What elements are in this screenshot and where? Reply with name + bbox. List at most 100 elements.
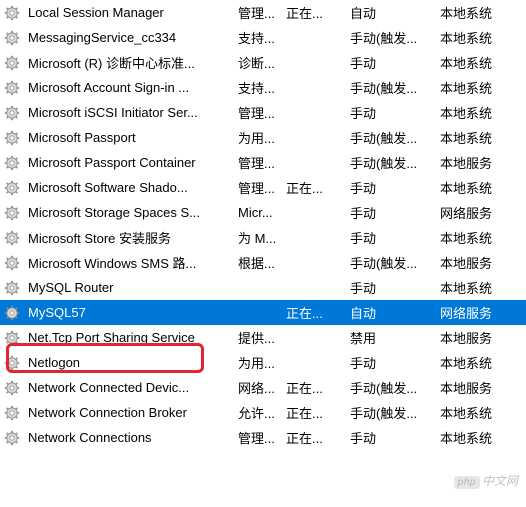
table-row[interactable]: Microsoft Windows SMS 路...根据... 手动(触发...本… (0, 250, 526, 275)
table-row[interactable]: MySQL Router 手动本地系统 (0, 275, 526, 300)
service-gear-icon (0, 305, 24, 321)
service-logon-as: 本地系统 (436, 78, 516, 97)
services-table: Local Session Manager管理...正在...自动本地系统Mes… (0, 0, 526, 450)
service-gear-icon (0, 430, 24, 446)
watermark-text: 中文网 (482, 474, 518, 488)
service-description: 根据... (234, 253, 282, 272)
service-name: Network Connection Broker (24, 405, 234, 420)
service-logon-as: 本地系统 (436, 53, 516, 72)
service-name: MySQL Router (24, 280, 234, 295)
table-row[interactable]: MySQL57 正在...自动网络服务 (0, 300, 526, 325)
service-name: Microsoft Passport Container (24, 155, 234, 170)
service-status: 正在... (282, 303, 346, 322)
service-logon-as: 本地系统 (436, 278, 516, 297)
service-startup-type: 自动 (346, 3, 436, 22)
service-description: 诊断... (234, 53, 282, 72)
service-logon-as: 本地系统 (436, 428, 516, 447)
service-name: Microsoft (R) 诊断中心标准... (24, 53, 234, 72)
service-startup-type: 手动 (346, 228, 436, 247)
watermark: php中文网 (454, 472, 518, 489)
service-startup-type: 手动 (346, 278, 436, 297)
table-row[interactable]: Microsoft Passport Container管理... 手动(触发..… (0, 150, 526, 175)
table-row[interactable]: Local Session Manager管理...正在...自动本地系统 (0, 0, 526, 25)
table-row[interactable]: Net.Tcp Port Sharing Service提供...禁用本地服务 (0, 325, 526, 350)
service-name: Net.Tcp Port Sharing Service (24, 330, 234, 345)
service-description: 管理... (234, 103, 282, 122)
service-gear-icon (0, 130, 24, 146)
service-startup-type: 手动(触发... (346, 128, 436, 147)
service-logon-as: 本地服务 (436, 253, 516, 272)
service-gear-icon (0, 330, 24, 346)
service-gear-icon (0, 180, 24, 196)
table-row[interactable]: Network Connections管理...正在...手动本地系统 (0, 425, 526, 450)
table-row[interactable]: Microsoft Software Shado...管理...正在...手动本… (0, 175, 526, 200)
service-name: Microsoft iSCSI Initiator Ser... (24, 105, 234, 120)
service-name: Microsoft Account Sign-in ... (24, 80, 234, 95)
service-logon-as: 本地服务 (436, 153, 516, 172)
table-row[interactable]: Microsoft iSCSI Initiator Ser...管理...手动本… (0, 100, 526, 125)
table-row[interactable]: Microsoft Account Sign-in ...支持...手动(触发.… (0, 75, 526, 100)
service-startup-type: 自动 (346, 303, 436, 322)
service-status: 正在... (282, 178, 346, 197)
service-name: Netlogon (24, 355, 234, 370)
service-gear-icon (0, 380, 24, 396)
service-logon-as: 本地系统 (436, 128, 516, 147)
service-gear-icon (0, 105, 24, 121)
table-row[interactable]: Network Connected Devic...网络...正在...手动(触… (0, 375, 526, 400)
service-name: Microsoft Windows SMS 路... (24, 253, 234, 272)
service-gear-icon (0, 255, 24, 271)
service-name: Microsoft Storage Spaces S... (24, 205, 234, 220)
table-row[interactable]: Netlogon为用...手动本地系统 (0, 350, 526, 375)
service-name: Microsoft Store 安装服务 (24, 228, 234, 247)
service-description: 管理... (234, 153, 282, 172)
service-logon-as: 本地系统 (436, 28, 516, 47)
service-status: 正在... (282, 403, 346, 422)
service-logon-as: 网络服务 (436, 303, 516, 322)
service-gear-icon (0, 55, 24, 71)
service-startup-type: 手动(触发... (346, 28, 436, 47)
service-description: 管理... (234, 178, 282, 197)
table-row[interactable]: Microsoft Passport为用... 手动(触发...本地系统 (0, 125, 526, 150)
table-row[interactable]: Microsoft Storage Spaces S...Micr...手动网络… (0, 200, 526, 225)
service-logon-as: 本地服务 (436, 328, 516, 347)
table-row[interactable]: Network Connection Broker允许...正在...手动(触发… (0, 400, 526, 425)
service-description: 为用... (234, 353, 282, 372)
service-logon-as: 本地系统 (436, 403, 516, 422)
table-row[interactable]: MessagingService_cc334支持...手动(触发...本地系统 (0, 25, 526, 50)
service-description: 提供... (234, 328, 282, 347)
service-status: 正在... (282, 3, 346, 22)
service-gear-icon (0, 155, 24, 171)
service-name: Microsoft Software Shado... (24, 180, 234, 195)
service-description: 管理... (234, 428, 282, 447)
service-startup-type: 手动(触发... (346, 403, 436, 422)
service-gear-icon (0, 280, 24, 296)
service-name: MySQL57 (24, 305, 234, 320)
service-gear-icon (0, 205, 24, 221)
service-description: 为 M... (234, 228, 282, 247)
service-name: Microsoft Passport (24, 130, 234, 145)
service-description: 允许... (234, 403, 282, 422)
service-startup-type: 手动 (346, 353, 436, 372)
service-startup-type: 手动(触发... (346, 153, 436, 172)
service-startup-type: 手动 (346, 428, 436, 447)
table-row[interactable]: Microsoft (R) 诊断中心标准...诊断...手动本地系统 (0, 50, 526, 75)
service-logon-as: 本地服务 (436, 378, 516, 397)
service-gear-icon (0, 230, 24, 246)
service-name: MessagingService_cc334 (24, 30, 234, 45)
service-logon-as: 本地系统 (436, 178, 516, 197)
service-startup-type: 手动(触发... (346, 78, 436, 97)
service-description: 网络... (234, 378, 282, 397)
service-logon-as: 本地系统 (436, 228, 516, 247)
service-gear-icon (0, 405, 24, 421)
service-startup-type: 手动(触发... (346, 253, 436, 272)
service-description: Micr... (234, 205, 282, 220)
service-gear-icon (0, 355, 24, 371)
service-status: 正在... (282, 378, 346, 397)
service-gear-icon (0, 5, 24, 21)
service-logon-as: 本地系统 (436, 3, 516, 22)
service-description: 为用... (234, 128, 282, 147)
service-status: 正在... (282, 428, 346, 447)
table-row[interactable]: Microsoft Store 安装服务为 M... 手动本地系统 (0, 225, 526, 250)
service-logon-as: 网络服务 (436, 203, 516, 222)
service-startup-type: 手动 (346, 178, 436, 197)
